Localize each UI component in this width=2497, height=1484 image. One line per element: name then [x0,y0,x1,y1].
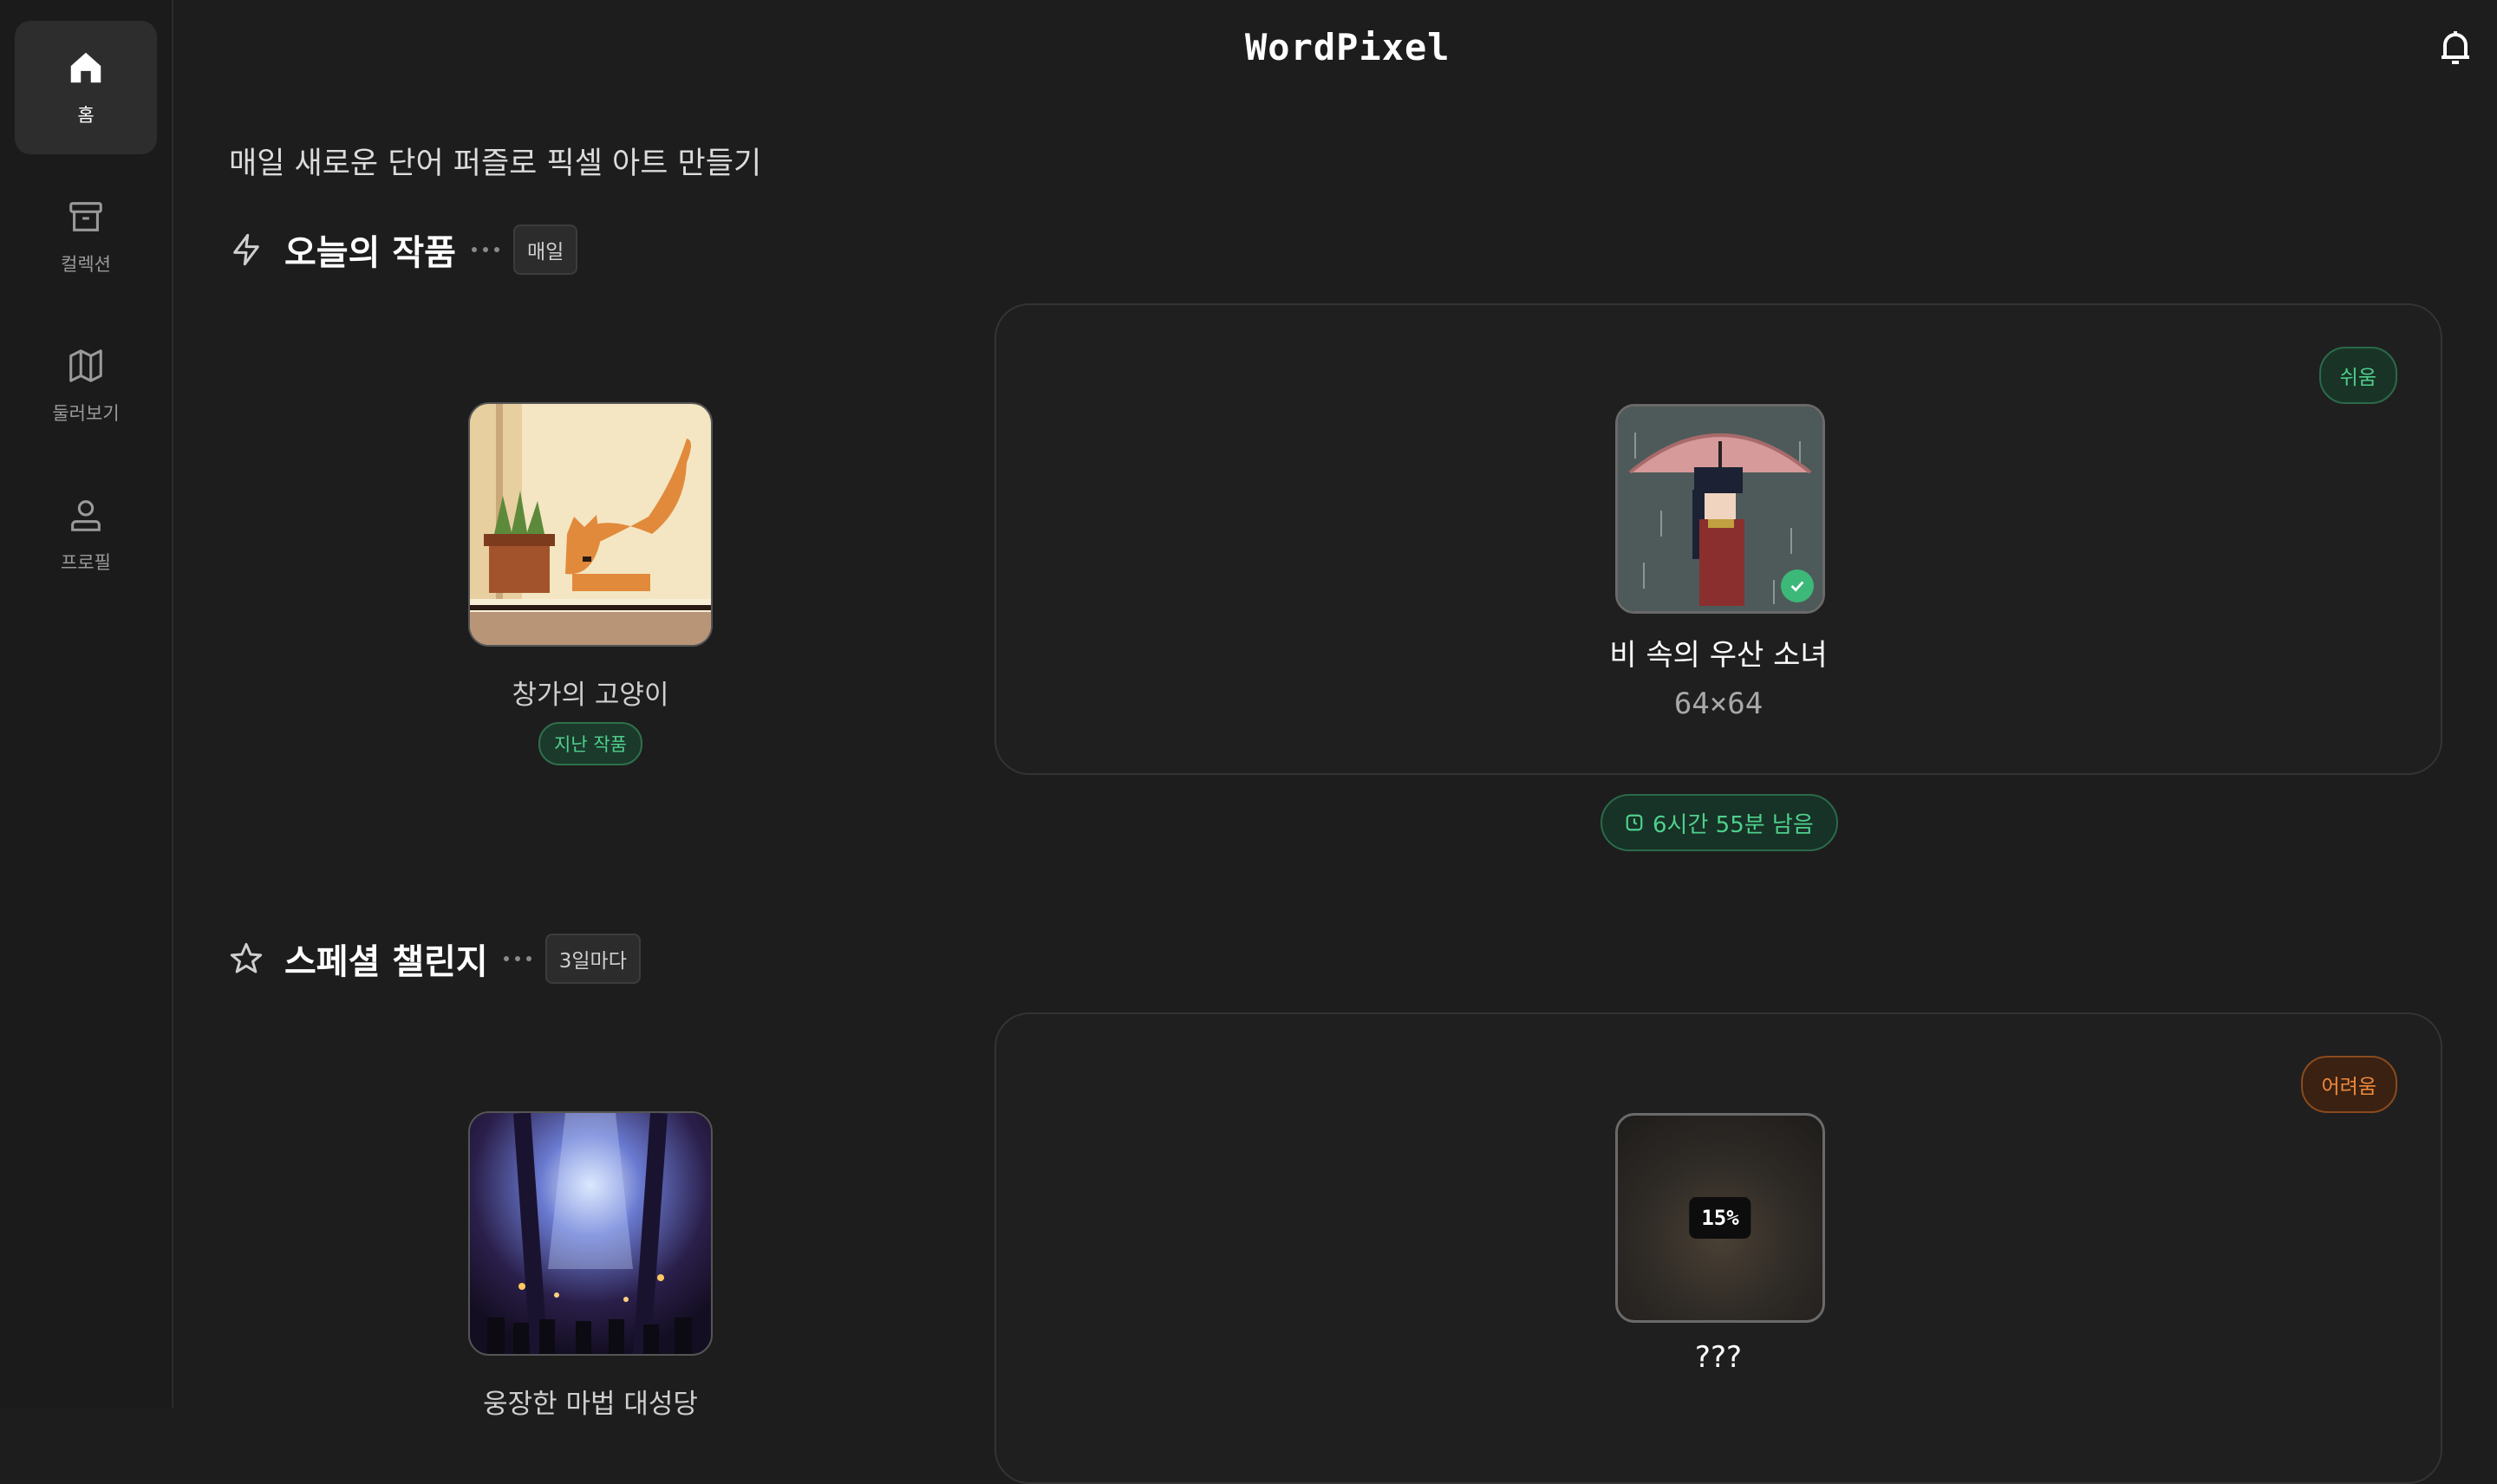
daily-current-card[interactable]: 쉬움 비 속의 우산 소녀 64×64 [994,303,2442,775]
more-dots-icon [503,956,531,961]
notification-button[interactable] [2435,28,2476,69]
section-title: 스페셜 챌린지 [284,942,488,982]
cat-pixel-art [470,404,711,645]
artwork-title: ??? [1694,1340,1743,1375]
past-artwork-daily[interactable]: 창가의 고양이 지난 작품 [468,402,713,765]
daily-section-header: 오늘의 작품 매일 [229,224,578,276]
more-dots-icon [471,247,499,252]
sidebar-item-label: 프로필 [61,552,111,573]
clock-icon [1626,814,1643,831]
artwork-thumbnail[interactable] [1615,404,1825,614]
artwork-size: 64×64 [1673,687,1764,721]
time-remaining-badge: 6시간 55분 남음 [1601,794,1838,851]
past-artwork-badge: 지난 작품 [538,722,642,765]
sidebar: 홈 컬렉션 둘러보기 프로필 [0,0,173,1408]
sidebar-item-collection[interactable]: 컬렉션 [15,170,157,303]
page-tagline: 매일 새로운 단어 퍼즐로 픽셀 아트 만들기 [229,146,762,181]
app-title: WordPixel [1245,26,1451,68]
sidebar-item-label: 홈 [77,105,95,126]
sidebar-item-home[interactable]: 홈 [15,21,157,154]
home-icon [70,52,101,83]
sidebar-item-label: 둘러보기 [52,403,120,424]
star-icon [230,942,263,973]
difficulty-badge: 쉬움 [2318,347,2397,404]
artwork-title: 비 속의 우산 소녀 [1609,638,1828,673]
past-artwork-caption: 웅장한 마법 대성당 [483,1389,698,1420]
past-artwork-special[interactable]: 웅장한 마법 대성당 [468,1111,713,1421]
sidebar-item-profile[interactable]: 프로필 [15,468,157,602]
user-icon [71,500,101,531]
sidebar-item-label: 컬렉션 [61,254,111,275]
lightning-icon [233,233,259,266]
progress-label: 15% [1689,1197,1751,1239]
special-section-header: 스페셜 챌린지 3일마다 [229,933,641,985]
bell-icon [2442,31,2469,64]
difficulty-badge: 어려움 [2300,1056,2397,1113]
section-title: 오늘의 작품 [284,233,456,273]
section-badge: 매일 [512,225,578,275]
archive-icon [69,202,102,231]
time-remaining-text: 6시간 55분 남음 [1653,811,1814,838]
sidebar-item-explore[interactable]: 둘러보기 [15,319,157,452]
completed-check-icon [1781,570,1814,602]
artwork-thumbnail[interactable] [468,402,713,647]
artwork-thumbnail[interactable] [468,1111,713,1356]
section-badge: 3일마다 [544,934,641,984]
past-artwork-caption: 창가의 고양이 [512,680,669,711]
cathedral-pixel-art [470,1113,711,1354]
special-current-card[interactable]: 어려움 15% ??? [994,1012,2442,1484]
artwork-thumbnail-locked[interactable]: 15% [1615,1113,1825,1323]
map-icon [69,349,102,382]
